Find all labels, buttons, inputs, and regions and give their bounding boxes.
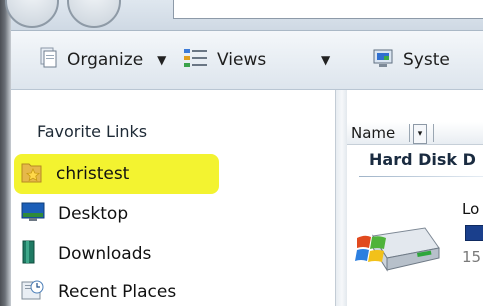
navigation-pane: Favorite Links christest Desktop Downloa…: [11, 90, 335, 306]
nav-item-desktop[interactable]: Desktop: [21, 198, 128, 230]
system-properties-icon: [371, 47, 395, 74]
organize-icon: [39, 47, 59, 74]
organize-button[interactable]: Organize ▼: [39, 45, 166, 75]
column-header-label: Name: [351, 124, 396, 142]
desktop-icon: [21, 201, 45, 228]
views-icon: [183, 47, 209, 74]
system-properties-button[interactable]: Syste: [371, 45, 450, 75]
system-properties-label: Syste: [403, 50, 450, 70]
views-button[interactable]: Views: [183, 45, 266, 75]
views-dropdown[interactable]: ▼: [321, 45, 330, 75]
window-frame-edge: [0, 0, 11, 306]
address-bar[interactable]: [173, 0, 483, 19]
nav-item-christest[interactable]: christest: [21, 158, 129, 190]
group-divider: [359, 176, 483, 177]
nav-item-label: Desktop: [58, 204, 129, 224]
nav-item-recent-places[interactable]: Recent Places: [21, 276, 176, 308]
column-dropdown-icon[interactable]: ▾: [413, 124, 427, 144]
column-divider: [409, 124, 410, 142]
group-header-hard-disk: Hard Disk D: [369, 150, 476, 169]
back-button[interactable]: [5, 0, 59, 28]
column-divider: [433, 124, 434, 142]
hard-drive-icon[interactable]: [355, 218, 441, 285]
nav-item-downloads[interactable]: Downloads: [21, 238, 151, 270]
drive-label: Lo: [462, 200, 480, 218]
favorite-links-heading: Favorite Links: [37, 122, 148, 141]
column-header-name[interactable]: Name ▾: [347, 122, 483, 145]
recent-places-icon: [21, 279, 45, 306]
file-list-pane: Name ▾ Hard Disk D Lo 15: [347, 90, 483, 306]
nav-item-label: Downloads: [58, 244, 152, 264]
views-label: Views: [217, 50, 267, 70]
command-toolbar: Organize ▼ Views ▼ Syste: [11, 31, 483, 90]
forward-button[interactable]: [67, 0, 121, 28]
nav-item-label: christest: [56, 164, 130, 184]
chevron-down-icon: ▼: [321, 53, 331, 67]
drive-free-space: 15: [462, 248, 482, 266]
organize-label: Organize: [67, 50, 144, 70]
nav-item-label: Recent Places: [58, 282, 177, 302]
favorite-folder-icon: [21, 160, 43, 189]
downloads-icon: [21, 240, 45, 269]
address-area: [5, 0, 483, 31]
chevron-down-icon: ▼: [157, 53, 167, 67]
drive-usage-bar: [465, 225, 483, 241]
